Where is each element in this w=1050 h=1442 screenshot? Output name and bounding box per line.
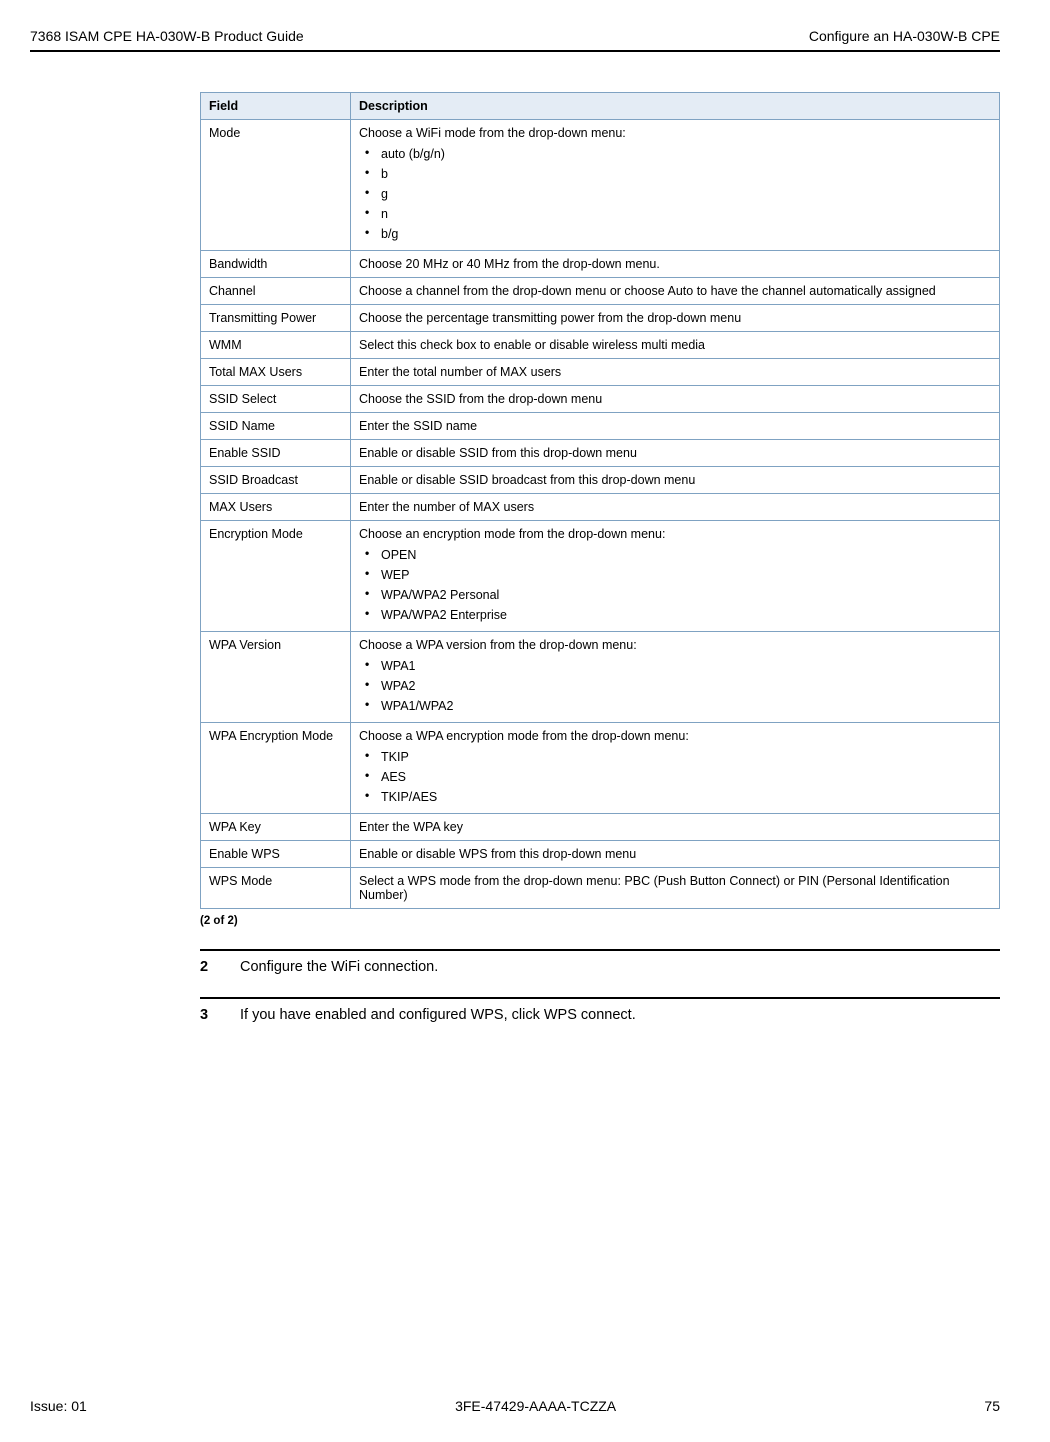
cell-description: Enter the total number of MAX users bbox=[351, 359, 1000, 386]
cell-field: Bandwidth bbox=[201, 251, 351, 278]
cell-field: SSID Broadcast bbox=[201, 467, 351, 494]
cell-description: Enter the SSID name bbox=[351, 413, 1000, 440]
cell-field: SSID Select bbox=[201, 386, 351, 413]
table-row: Mode Choose a WiFi mode from the drop-do… bbox=[201, 120, 1000, 251]
table-row: SSID Broadcast Enable or disable SSID br… bbox=[201, 467, 1000, 494]
th-description: Description bbox=[351, 93, 1000, 120]
cell-description: Choose 20 MHz or 40 MHz from the drop-do… bbox=[351, 251, 1000, 278]
cell-description: Choose a WPA encryption mode from the dr… bbox=[351, 723, 1000, 814]
parameters-table: Field Description Mode Choose a WiFi mod… bbox=[200, 92, 1000, 909]
list-item: WPA1/WPA2 bbox=[359, 696, 991, 716]
cell-field: WPA Encryption Mode bbox=[201, 723, 351, 814]
main-content: Field Description Mode Choose a WiFi mod… bbox=[200, 92, 1000, 1378]
list-item: WEP bbox=[359, 565, 991, 585]
footer-left: Issue: 01 bbox=[30, 1398, 87, 1414]
header-right: Configure an HA-030W-B CPE bbox=[809, 28, 1000, 44]
table-row: WPA Key Enter the WPA key bbox=[201, 814, 1000, 841]
cell-field: Channel bbox=[201, 278, 351, 305]
table-row: Enable SSID Enable or disable SSID from … bbox=[201, 440, 1000, 467]
cell-description: Choose an encryption mode from the drop-… bbox=[351, 521, 1000, 632]
option-list: OPEN WEP WPA/WPA2 Personal WPA/WPA2 Ente… bbox=[359, 545, 991, 625]
header-left: 7368 ISAM CPE HA-030W-B Product Guide bbox=[30, 28, 304, 44]
cell-field: WPS Mode bbox=[201, 868, 351, 909]
list-item: AES bbox=[359, 767, 991, 787]
list-item: WPA/WPA2 Personal bbox=[359, 585, 991, 605]
desc-intro: Choose a WiFi mode from the drop-down me… bbox=[359, 126, 626, 140]
table-row: Bandwidth Choose 20 MHz or 40 MHz from t… bbox=[201, 251, 1000, 278]
cell-field: WPA Key bbox=[201, 814, 351, 841]
cell-field: Enable SSID bbox=[201, 440, 351, 467]
table-row: Encryption Mode Choose an encryption mod… bbox=[201, 521, 1000, 632]
step-2: 2 Configure the WiFi connection. bbox=[200, 959, 1000, 975]
step-text: If you have enabled and configured WPS, … bbox=[240, 1007, 636, 1023]
table-row: Total MAX Users Enter the total number o… bbox=[201, 359, 1000, 386]
table-row: Channel Choose a channel from the drop-d… bbox=[201, 278, 1000, 305]
cell-description: Choose the percentage transmitting power… bbox=[351, 305, 1000, 332]
list-item: OPEN bbox=[359, 545, 991, 565]
th-field: Field bbox=[201, 93, 351, 120]
cell-field: Total MAX Users bbox=[201, 359, 351, 386]
step-block: 3 If you have enabled and configured WPS… bbox=[200, 997, 1000, 1023]
list-item: WPA/WPA2 Enterprise bbox=[359, 605, 991, 625]
table-row: WMM Select this check box to enable or d… bbox=[201, 332, 1000, 359]
table-row: WPA Version Choose a WPA version from th… bbox=[201, 632, 1000, 723]
table-row: SSID Name Enter the SSID name bbox=[201, 413, 1000, 440]
cell-field: WPA Version bbox=[201, 632, 351, 723]
list-item: TKIP bbox=[359, 747, 991, 767]
option-list: TKIP AES TKIP/AES bbox=[359, 747, 991, 807]
step-number: 3 bbox=[200, 1007, 240, 1023]
table-row: SSID Select Choose the SSID from the dro… bbox=[201, 386, 1000, 413]
cell-description: Select a WPS mode from the drop-down men… bbox=[351, 868, 1000, 909]
cell-field: WMM bbox=[201, 332, 351, 359]
list-item: n bbox=[359, 204, 991, 224]
cell-description: Select this check box to enable or disab… bbox=[351, 332, 1000, 359]
option-list: WPA1 WPA2 WPA1/WPA2 bbox=[359, 656, 991, 716]
table-row: Enable WPS Enable or disable WPS from th… bbox=[201, 841, 1000, 868]
list-item: auto (b/g/n) bbox=[359, 144, 991, 164]
list-item: g bbox=[359, 184, 991, 204]
step-block: 2 Configure the WiFi connection. bbox=[200, 949, 1000, 975]
cell-description: Enable or disable SSID from this drop-do… bbox=[351, 440, 1000, 467]
cell-field: Enable WPS bbox=[201, 841, 351, 868]
desc-intro: Choose an encryption mode from the drop-… bbox=[359, 527, 665, 541]
cell-description: Choose the SSID from the drop-down menu bbox=[351, 386, 1000, 413]
cell-description: Choose a channel from the drop-down menu… bbox=[351, 278, 1000, 305]
list-item: WPA1 bbox=[359, 656, 991, 676]
list-item: TKIP/AES bbox=[359, 787, 991, 807]
list-item: b bbox=[359, 164, 991, 184]
cell-field: Mode bbox=[201, 120, 351, 251]
cell-description: Enter the number of MAX users bbox=[351, 494, 1000, 521]
list-item: WPA2 bbox=[359, 676, 991, 696]
desc-intro: Choose a WPA version from the drop-down … bbox=[359, 638, 637, 652]
table-header-row: Field Description bbox=[201, 93, 1000, 120]
cell-description: Choose a WPA version from the drop-down … bbox=[351, 632, 1000, 723]
option-list: auto (b/g/n) b g n b/g bbox=[359, 144, 991, 244]
step-3: 3 If you have enabled and configured WPS… bbox=[200, 1007, 1000, 1023]
cell-description: Enable or disable WPS from this drop-dow… bbox=[351, 841, 1000, 868]
table-row: WPA Encryption Mode Choose a WPA encrypt… bbox=[201, 723, 1000, 814]
header-rule bbox=[30, 50, 1000, 52]
desc-intro: Choose a WPA encryption mode from the dr… bbox=[359, 729, 689, 743]
footer-right: 75 bbox=[984, 1398, 1000, 1414]
cell-description: Choose a WiFi mode from the drop-down me… bbox=[351, 120, 1000, 251]
list-item: b/g bbox=[359, 224, 991, 244]
cell-field: SSID Name bbox=[201, 413, 351, 440]
table-pager: (2 of 2) bbox=[200, 915, 1000, 927]
page-footer: Issue: 01 3FE-47429-AAAA-TCZZA 75 bbox=[30, 1378, 1000, 1414]
footer-center: 3FE-47429-AAAA-TCZZA bbox=[455, 1398, 616, 1414]
cell-description: Enter the WPA key bbox=[351, 814, 1000, 841]
cell-field: MAX Users bbox=[201, 494, 351, 521]
table-row: Transmitting Power Choose the percentage… bbox=[201, 305, 1000, 332]
table-row: WPS Mode Select a WPS mode from the drop… bbox=[201, 868, 1000, 909]
cell-field: Encryption Mode bbox=[201, 521, 351, 632]
cell-field: Transmitting Power bbox=[201, 305, 351, 332]
table-row: MAX Users Enter the number of MAX users bbox=[201, 494, 1000, 521]
cell-description: Enable or disable SSID broadcast from th… bbox=[351, 467, 1000, 494]
step-number: 2 bbox=[200, 959, 240, 975]
page-header: 7368 ISAM CPE HA-030W-B Product Guide Co… bbox=[30, 28, 1000, 50]
step-text: Configure the WiFi connection. bbox=[240, 959, 438, 975]
